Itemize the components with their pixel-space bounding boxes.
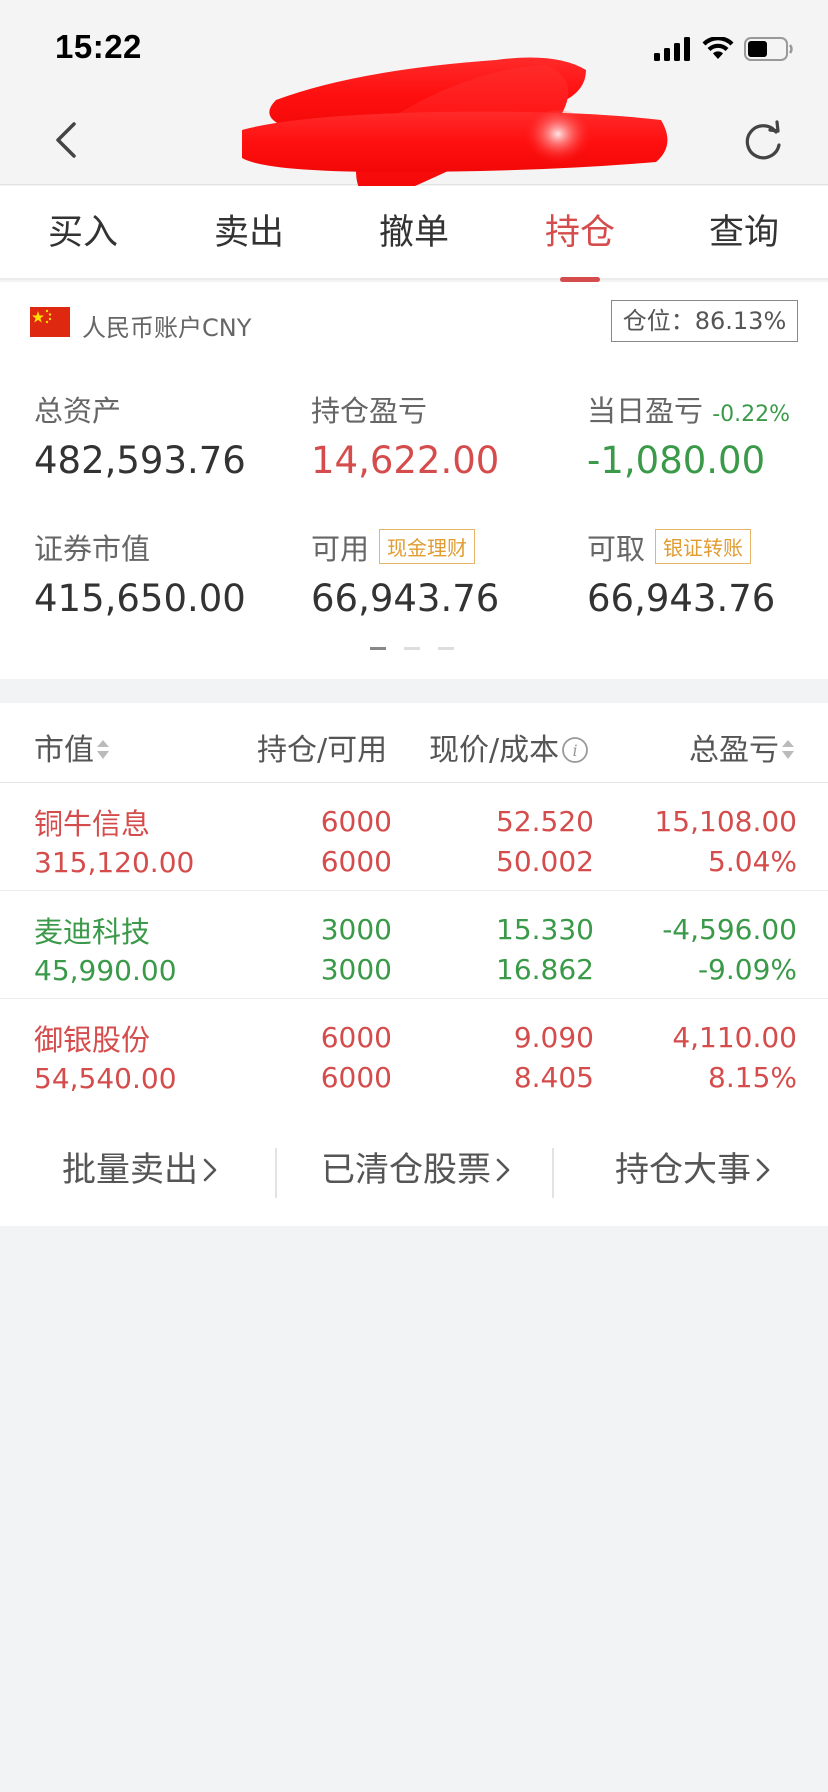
battery-icon	[744, 37, 793, 61]
stock-name: 御银股份	[34, 1023, 151, 1057]
stock-pl: 4,110.00	[672, 1021, 797, 1054]
tab-positions[interactable]: 持仓	[505, 186, 655, 282]
market-value-label: 证券市值	[34, 532, 151, 566]
table-row[interactable]: 御银股份 54,540.00 6000 6000 9.090 8.405 4,1…	[0, 999, 828, 1107]
available-value: 66,943.76	[311, 577, 500, 620]
stock-market-value: 315,120.00	[34, 846, 195, 879]
tab-cancel-order[interactable]: 撤单	[339, 186, 489, 280]
stock-cost: 16.862	[496, 953, 594, 986]
refresh-icon[interactable]	[740, 118, 786, 164]
table-row[interactable]: 麦迪科技 45,990.00 3000 3000 15.330 16.862 -…	[0, 891, 828, 999]
sort-icon	[782, 740, 794, 759]
stock-position: 6000	[320, 1021, 392, 1054]
chevron-right-icon	[496, 1158, 510, 1182]
status-bar: 15:22	[0, 0, 828, 94]
withdrawable-label: 可取 银证转账	[587, 526, 752, 568]
account-name: 人民币账户CNY	[82, 314, 252, 342]
header-position: 持仓/可用	[257, 733, 388, 768]
holding-events-link[interactable]: 持仓大事	[558, 1142, 828, 1191]
stock-pl-percent: -9.09%	[697, 953, 797, 986]
wifi-icon	[702, 37, 734, 59]
tab-buy[interactable]: 买入	[8, 186, 158, 280]
stock-price: 15.330	[496, 913, 594, 946]
page-indicator	[370, 647, 454, 650]
daily-pl-value: -1,080.00	[587, 439, 766, 482]
stock-available: 6000	[320, 845, 392, 878]
stock-pl: -4,596.00	[662, 913, 797, 946]
stock-name: 铜牛信息	[34, 807, 151, 841]
account-summary: 人民币账户CNY 仓位：86.13% 总资产 482,593.76 持仓盈亏 1…	[0, 282, 828, 679]
page-dot	[438, 647, 454, 650]
divider	[552, 1148, 554, 1198]
divider	[275, 1148, 277, 1198]
status-time: 15:22	[55, 28, 142, 65]
trade-tabs: 买入 卖出 撤单 持仓 查询	[0, 186, 828, 282]
stock-pl-percent: 8.15%	[708, 1061, 797, 1094]
daily-pl-percent: -0.22%	[712, 402, 791, 427]
market-value-value: 415,650.00	[34, 577, 246, 620]
available-label: 可用 现金理财	[311, 526, 476, 568]
bottom-links: 批量卖出 已清仓股票 持仓大事	[0, 1100, 828, 1226]
status-icons	[654, 36, 794, 62]
stock-cost: 8.405	[513, 1061, 594, 1094]
svg-text:i: i	[573, 741, 578, 760]
stock-name: 麦迪科技	[34, 915, 151, 949]
tab-query[interactable]: 查询	[669, 186, 819, 280]
daily-pl-label: 当日盈亏 -0.22%	[587, 394, 791, 428]
total-assets-label: 总资产	[34, 394, 122, 428]
info-icon[interactable]: i	[561, 736, 589, 764]
stock-position: 6000	[320, 805, 392, 838]
holding-pl-value: 14,622.00	[311, 439, 500, 482]
chevron-right-icon	[756, 1158, 770, 1182]
stock-available: 6000	[320, 1061, 392, 1094]
stock-market-value: 45,990.00	[34, 954, 177, 987]
tab-sell[interactable]: 卖出	[174, 186, 324, 280]
stock-price: 52.520	[496, 805, 594, 838]
page-dot	[404, 647, 420, 650]
back-icon[interactable]	[48, 118, 88, 162]
stock-available: 3000	[320, 953, 392, 986]
table-row[interactable]: 铜牛信息 315,120.00 6000 6000 52.520 50.002 …	[0, 783, 828, 891]
bank-transfer-tag[interactable]: 银证转账	[655, 529, 752, 564]
header-market-value[interactable]: 市值	[34, 725, 110, 769]
stock-pl-percent: 5.04%	[708, 845, 797, 878]
nav-bar	[0, 94, 828, 185]
header-price-cost: 现价/成本 i	[429, 725, 589, 769]
header-total-pl[interactable]: 总盈亏	[689, 725, 795, 769]
china-flag-icon	[30, 307, 70, 337]
stock-position: 3000	[320, 913, 392, 946]
cellular-signal-icon	[654, 37, 690, 61]
table-header: 市值 持仓/可用 现价/成本 i 总盈亏	[0, 703, 828, 783]
stock-market-value: 54,540.00	[34, 1062, 177, 1095]
sort-icon	[97, 740, 109, 759]
holding-pl-label: 持仓盈亏	[311, 394, 428, 428]
withdrawable-value: 66,943.76	[587, 577, 776, 620]
stock-price: 9.090	[513, 1021, 594, 1054]
position-ratio-badge[interactable]: 仓位：86.13%	[611, 300, 798, 342]
stock-cost: 50.002	[496, 845, 594, 878]
cleared-stocks-link[interactable]: 已清仓股票	[281, 1142, 551, 1191]
cash-management-tag[interactable]: 现金理财	[379, 529, 476, 564]
page-dot	[370, 647, 386, 650]
stock-pl: 15,108.00	[654, 805, 797, 838]
batch-sell-link[interactable]: 批量卖出	[5, 1142, 275, 1191]
total-assets-value: 482,593.76	[34, 439, 246, 482]
chevron-right-icon	[203, 1158, 217, 1182]
